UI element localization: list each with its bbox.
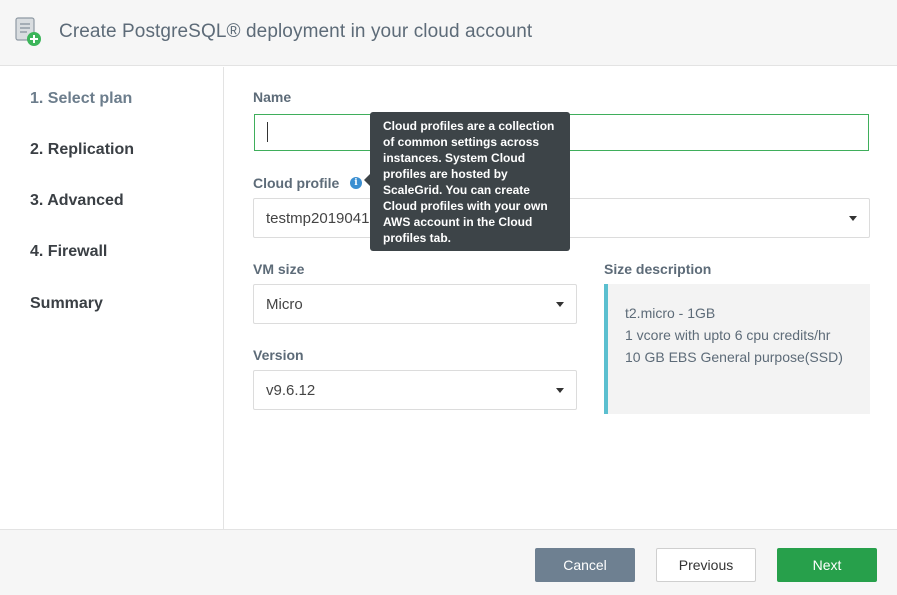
vm-size-value: Micro	[266, 296, 303, 313]
next-button[interactable]: Next	[777, 548, 877, 582]
dialog-header: Create PostgreSQL® deployment in your cl…	[0, 0, 897, 66]
size-description-line: t2.micro - 1GB	[625, 305, 716, 321]
chevron-down-icon	[556, 302, 564, 307]
document-add-icon	[15, 17, 41, 46]
size-description-box: t2.micro - 1GB 1 vcore with upto 6 cpu c…	[604, 284, 870, 414]
step-summary[interactable]: Summary	[30, 295, 103, 313]
cloud-profile-value: testmp20190416	[266, 210, 378, 227]
cloud-profile-tooltip: Cloud profiles are a collection of commo…	[364, 112, 570, 251]
size-description-line: 1 vcore with upto 6 cpu credits/hr	[625, 327, 831, 343]
step-firewall[interactable]: 4. Firewall	[30, 243, 107, 261]
previous-button[interactable]: Previous	[656, 548, 756, 582]
dialog-title: Create PostgreSQL® deployment in your cl…	[59, 21, 533, 42]
form-area: Name Cloud profile i testmp20190416 VM s…	[225, 67, 897, 529]
step-advanced[interactable]: 3. Advanced	[30, 192, 124, 210]
step-select-plan[interactable]: 1. Select plan	[30, 90, 132, 108]
vm-size-label: VM size	[253, 261, 305, 277]
text-caret	[267, 122, 268, 142]
version-select[interactable]: v9.6.12	[253, 370, 577, 410]
step-replication[interactable]: 2. Replication	[30, 141, 134, 159]
name-label: Name	[253, 89, 292, 105]
chevron-down-icon	[849, 216, 857, 221]
size-description-label: Size description	[604, 261, 712, 277]
version-label: Version	[253, 347, 304, 363]
chevron-down-icon	[556, 388, 564, 393]
dialog-footer: Cancel Previous Next	[0, 529, 897, 595]
wizard-steps-sidebar: 1. Select plan 2. Replication 3. Advance…	[0, 67, 224, 529]
version-value: v9.6.12	[266, 382, 316, 399]
cancel-button[interactable]: Cancel	[535, 548, 635, 582]
size-description-line: 10 GB EBS General purpose(SSD)	[625, 349, 843, 365]
vm-size-select[interactable]: Micro	[253, 284, 577, 324]
cloud-profile-label: Cloud profile	[253, 175, 340, 191]
info-icon[interactable]: i	[350, 177, 362, 189]
